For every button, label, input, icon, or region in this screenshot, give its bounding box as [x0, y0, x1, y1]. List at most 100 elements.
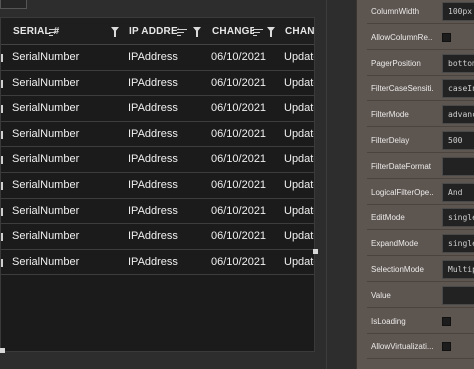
property-input[interactable]: 100px [442, 2, 474, 21]
table-row[interactable]: SerialNumberIPAddress06/10/2021Updatec [1, 173, 314, 199]
property-row: AllowColumnRe... [367, 25, 474, 50]
cell-ip-address[interactable]: IPAddress [128, 147, 208, 172]
cell-changed-date[interactable]: 06/10/2021 [211, 71, 283, 96]
property-label: ColumnWidth [371, 7, 420, 16]
property-row: EditMode single [367, 205, 474, 231]
component-stub[interactable] [0, 0, 27, 9]
cell-changed-date[interactable]: 06/10/2021 [211, 122, 283, 147]
cell-change[interactable]: Updatec [284, 250, 314, 275]
table-row[interactable]: SerialNumberIPAddress06/10/2021Updatec [1, 45, 314, 71]
column-header-change[interactable]: CHANGE [285, 18, 314, 45]
property-input[interactable]: 500 [442, 131, 474, 150]
sort-icon[interactable] [49, 18, 59, 45]
property-input[interactable]: single [442, 208, 474, 228]
cell-serial-number[interactable]: SerialNumber [12, 71, 122, 96]
filter-icon[interactable] [267, 27, 275, 37]
property-label: SelectionMode [371, 265, 424, 274]
property-input[interactable] [442, 156, 474, 176]
property-row: Value [367, 283, 474, 308]
table-row[interactable]: SerialNumberIPAddress06/10/2021Updatec [1, 122, 314, 148]
cell-changed-date[interactable]: 06/10/2021 [211, 173, 283, 198]
cell-change[interactable]: Updatec [284, 71, 314, 96]
row-indicator [1, 258, 3, 267]
property-label: FilterMode [371, 110, 409, 120]
cell-serial-number[interactable]: SerialNumber [12, 199, 122, 224]
properties-panel: ColumnWidth 100px AllowColumnRe... PagerPos… [356, 0, 474, 369]
property-checkbox[interactable] [442, 32, 451, 42]
cell-serial-number[interactable]: SerialNumber [12, 250, 122, 275]
resize-handle[interactable] [313, 249, 318, 254]
table-row[interactable]: SerialNumberIPAddress06/10/2021Updatec [1, 96, 314, 122]
property-row: FilterDateFormat [367, 154, 474, 179]
cell-serial-number[interactable]: SerialNumber [12, 96, 122, 121]
property-input[interactable]: caseInse [442, 79, 474, 99]
cell-change[interactable]: Updatec [284, 173, 314, 198]
cell-ip-address[interactable]: IPAddress [128, 71, 208, 96]
column-header-ip-address[interactable]: IP ADDRESS [129, 18, 179, 45]
property-checkbox[interactable] [442, 316, 451, 326]
table-row[interactable]: SerialNumberIPAddress06/10/2021Updatec [1, 224, 314, 250]
cell-change[interactable]: Updatec [284, 199, 314, 224]
column-header-changed[interactable]: CHANGED [212, 18, 254, 45]
cell-ip-address[interactable]: IPAddress [128, 199, 208, 224]
data-grid[interactable]: SERIAL # IP ADDRESS CHANGED CHANGE Seria… [0, 17, 315, 352]
table-row[interactable]: SerialNumberIPAddress06/10/2021Updatec [1, 250, 314, 276]
cell-change[interactable]: Updatec [284, 122, 314, 147]
cell-ip-address[interactable]: IPAddress [128, 224, 208, 249]
sort-icon[interactable] [177, 18, 187, 45]
property-input[interactable]: bottom [442, 53, 474, 73]
row-indicator [1, 156, 3, 165]
cell-change[interactable]: Updatec [284, 147, 314, 172]
cell-ip-address[interactable]: IPAddress [128, 122, 208, 147]
table-row[interactable]: SerialNumberIPAddress06/10/2021Updatec [1, 147, 314, 173]
row-indicator [1, 79, 3, 88]
filter-icon[interactable] [193, 27, 201, 37]
table-row[interactable]: SerialNumberIPAddress06/10/2021Updatec [1, 199, 314, 225]
table-row[interactable]: SerialNumberIPAddress06/10/2021Updatec [1, 71, 314, 97]
row-indicator [1, 181, 3, 190]
filter-icon[interactable] [111, 27, 119, 37]
cell-change[interactable]: Updatec [284, 96, 314, 121]
column-header-serial[interactable]: SERIAL # [13, 18, 83, 45]
design-canvas: SERIAL # IP ADDRESS CHANGED CHANGE Seria… [0, 0, 356, 369]
row-indicator [1, 54, 3, 62]
property-row: ExpandMode single [367, 231, 474, 257]
cell-changed-date[interactable]: 06/10/2021 [211, 45, 283, 70]
cell-ip-address[interactable]: IPAddress [128, 96, 208, 121]
cell-serial-number[interactable]: SerialNumber [12, 45, 122, 70]
property-row: LogicalFilterOpe... And [367, 180, 474, 205]
property-row: PagerPosition bottom [367, 51, 474, 76]
sort-icon[interactable] [253, 18, 263, 45]
cell-serial-number[interactable]: SerialNumber [12, 173, 122, 198]
cell-serial-number[interactable]: SerialNumber [12, 147, 122, 172]
property-input[interactable]: advanced [442, 105, 474, 125]
property-label: FilterCaseSensiti... [371, 84, 433, 94]
cell-changed-date[interactable]: 06/10/2021 [211, 96, 283, 121]
grid-body: SerialNumberIPAddress06/10/2021UpdatecSe… [1, 45, 314, 276]
property-input[interactable] [442, 285, 474, 305]
property-label: PagerPosition [371, 58, 421, 68]
property-label: AllowVirtualizati... [371, 342, 433, 352]
cell-changed-date[interactable]: 06/10/2021 [211, 224, 283, 249]
row-indicator [1, 105, 3, 114]
property-checkbox[interactable] [442, 342, 451, 352]
cell-change[interactable]: Updatec [284, 45, 314, 70]
cell-ip-address[interactable]: IPAddress [128, 45, 208, 70]
property-input[interactable]: And [442, 182, 474, 202]
property-input[interactable]: single [442, 234, 474, 254]
cell-changed-date[interactable]: 06/10/2021 [211, 199, 283, 224]
cell-serial-number[interactable]: SerialNumber [12, 122, 122, 147]
property-label: AllowColumnRe... [371, 32, 433, 42]
property-label: FilterDateFormat [371, 161, 432, 171]
cell-ip-address[interactable]: IPAddress [128, 250, 208, 275]
cell-ip-address[interactable]: IPAddress [128, 173, 208, 198]
cell-changed-date[interactable]: 06/10/2021 [211, 147, 283, 172]
property-label: FilterDelay [371, 136, 410, 145]
property-label: LogicalFilterOpe... [371, 187, 433, 197]
cell-changed-date[interactable]: 06/10/2021 [211, 250, 283, 275]
cell-serial-number[interactable]: SerialNumber [12, 224, 122, 249]
canvas-guide-line [326, 0, 327, 369]
cell-change[interactable]: Updatec [284, 224, 314, 249]
property-input[interactable]: Multiple [442, 260, 474, 279]
resize-handle[interactable] [0, 348, 5, 353]
